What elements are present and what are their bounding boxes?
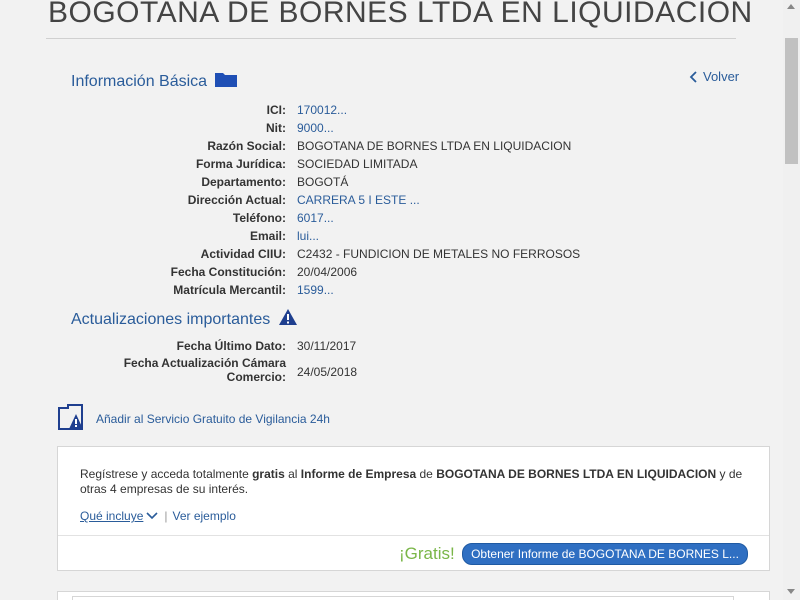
info-value: SOCIEDAD LIMITADA [297, 157, 418, 171]
vertical-scrollbar[interactable] [783, 0, 800, 600]
info-value-link[interactable]: 6017... [297, 209, 334, 227]
info-row-email: Email: lui... [46, 227, 746, 245]
info-row-departamento: Departamento: BOGOTÁ [46, 173, 746, 191]
info-value: 30/11/2017 [297, 339, 357, 353]
scroll-down-arrow-icon[interactable] [787, 589, 795, 594]
info-value-link[interactable]: 9000... [297, 119, 334, 137]
main-content: BOGOTANA DE BORNES LTDA EN LIQUIDACION I… [46, 0, 784, 600]
updates-heading-label: Actualizaciones importantes [71, 310, 271, 328]
info-value-link[interactable]: lui... [297, 227, 319, 245]
promo-text-part: Regístrese y acceda totalmente [80, 467, 253, 481]
info-label: Forma Jurídica: [195, 157, 286, 171]
promo-text-bold: Informe de Empresa [300, 467, 417, 481]
info-value: C2432 - FUNDICION DE METALES NO FERROSOS [297, 247, 581, 261]
info-label: Matrícula Mercantil: [173, 283, 286, 297]
info-label: Fecha Actualización Cámara Comercio: [124, 356, 286, 384]
info-row-forma-juridica: Forma Jurídica: SOCIEDAD LIMITADA [46, 155, 746, 173]
next-section-box [57, 591, 770, 600]
basic-info-heading: Información Básica [71, 72, 238, 92]
promo-divider [58, 535, 769, 536]
update-row-ultimo-dato: Fecha Último Dato: 30/11/2017 [46, 337, 746, 355]
promo-text: Regístrese y acceda totalmente gratis al… [80, 467, 760, 497]
info-label: Fecha Último Dato: [176, 339, 286, 353]
info-label: Dirección Actual: [187, 193, 286, 207]
info-row-matricula-mercantil: Matrícula Mercantil: 1599... [46, 281, 746, 299]
info-row-fecha-constitucion: Fecha Constitución: 20/04/2006 [46, 263, 746, 281]
promo-text-bold: gratis [252, 467, 285, 481]
scroll-thumb[interactable] [785, 38, 798, 164]
scroll-up-arrow-icon[interactable] [787, 4, 795, 9]
info-label-line: Fecha Actualización Cámara [123, 356, 286, 370]
info-label: Email: [249, 229, 286, 243]
promo-text-bold: BOGOTANA DE BORNES LTDA EN LIQUIDACION [436, 467, 717, 481]
info-label: Actividad CIIU: [200, 247, 286, 261]
info-label: Nit: [266, 121, 286, 135]
info-label: Fecha Constitución: [170, 265, 286, 279]
info-label: Teléfono: [232, 211, 286, 225]
page-title: BOGOTANA DE BORNES LTDA EN LIQUIDACION [48, 0, 753, 29]
que-incluye-link[interactable]: Qué incluye [80, 509, 158, 523]
update-row-actualizacion-camara: Fecha Actualización Cámara Comercio: 24/… [46, 356, 746, 386]
basic-info-heading-label: Información Básica [71, 73, 208, 90]
ver-ejemplo-link[interactable]: Ver ejemplo [173, 509, 236, 523]
info-value-link[interactable]: 170012... [297, 101, 347, 119]
vigilancia-label: Añadir al Servicio Gratuito de Vigilanci… [96, 411, 330, 426]
info-row-direccion: Dirección Actual: CARRERA 5 I ESTE ... [46, 191, 746, 209]
que-incluye-label: Qué incluye [80, 509, 144, 523]
info-value: BOGOTANA DE BORNES LTDA EN LIQUIDACION [297, 139, 572, 153]
info-label-line: Comercio: [226, 370, 286, 384]
info-value: BOGOTÁ [297, 175, 349, 189]
chevron-down-icon [146, 512, 158, 520]
info-value-link[interactable]: 1599... [297, 281, 334, 299]
gratis-label: ¡Gratis! [399, 544, 455, 563]
info-label: ICI: [266, 103, 286, 117]
info-row-actividad-ciiu: Actividad CIIU: C2432 - FUNDICION DE MET… [46, 245, 746, 263]
info-row-ici: ICI: 170012... [46, 101, 746, 119]
updates-heading: Actualizaciones importantes [71, 308, 298, 331]
folder-icon [215, 72, 238, 92]
get-report-button[interactable]: Obtener Informe de BOGOTANA DE BORNES L.… [462, 543, 748, 565]
page: BOGOTANA DE BORNES LTDA EN LIQUIDACION I… [0, 0, 800, 600]
chevron-left-icon [689, 70, 697, 83]
info-row-nit: Nit: 9000... [46, 119, 746, 137]
promo-text-part: al [284, 467, 301, 481]
warning-icon [278, 308, 298, 331]
next-section-inner [72, 596, 734, 600]
info-label: Departamento: [201, 175, 286, 189]
vigilancia-link[interactable]: Añadir al Servicio Gratuito de Vigilanci… [56, 402, 330, 435]
info-row-razon-social: Razón Social: BOGOTANA DE BORNES LTDA EN… [46, 137, 746, 155]
info-label: Razón Social: [207, 139, 286, 153]
promo-links: Qué incluye | Ver ejemplo [80, 509, 236, 523]
title-divider [46, 38, 736, 39]
report-promo-box: Regístrese y acceda totalmente gratis al… [57, 446, 770, 571]
back-link-label: Volver [703, 69, 740, 84]
back-link[interactable]: Volver [689, 69, 739, 84]
monitor-alert-icon [56, 402, 86, 435]
info-value-link[interactable]: CARRERA 5 I ESTE ... [297, 191, 420, 209]
info-value: 24/05/2018 [297, 365, 358, 379]
promo-text-part: de [416, 467, 437, 481]
link-separator: | [164, 509, 168, 523]
info-value: 20/04/2006 [297, 265, 358, 279]
info-row-telefono: Teléfono: 6017... [46, 209, 746, 227]
